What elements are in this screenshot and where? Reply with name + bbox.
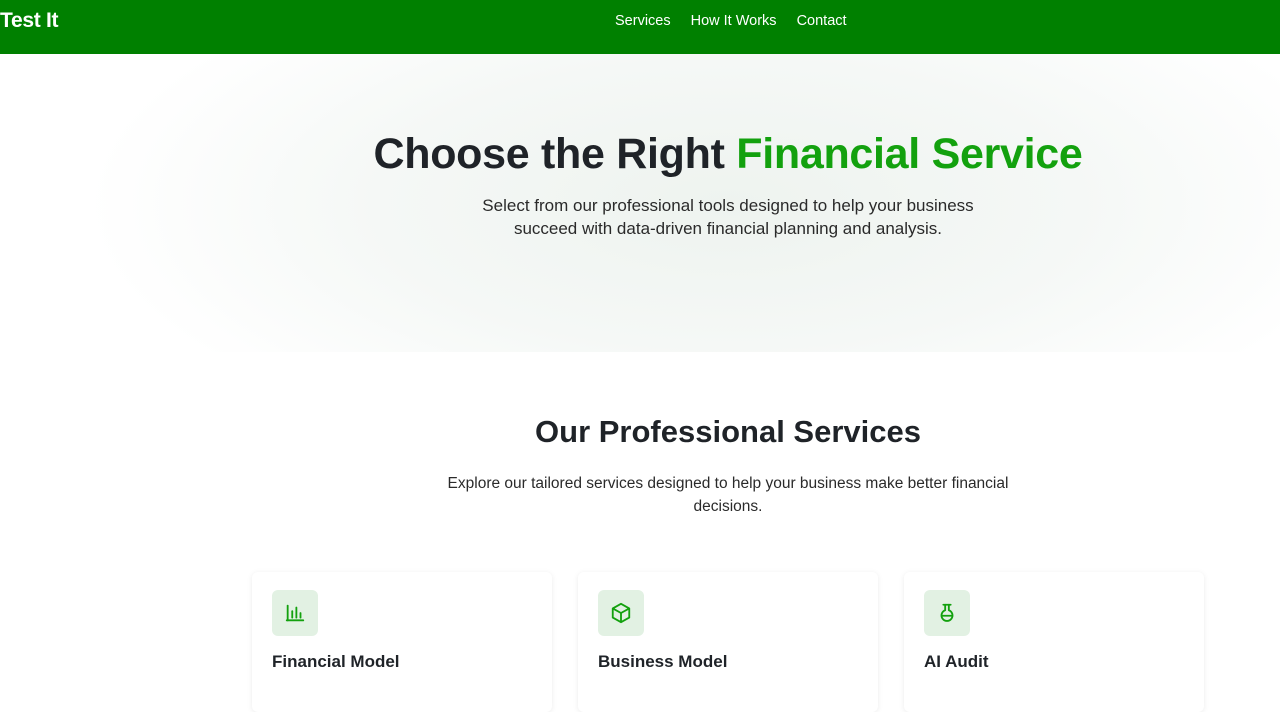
service-card-financial-model[interactable]: Financial Model <box>252 572 552 712</box>
service-card-business-model[interactable]: Business Model <box>578 572 878 712</box>
top-navbar: Test It Services How It Works Contact <box>0 0 1280 54</box>
hero-title: Choose the Right Financial Service <box>0 130 1280 179</box>
service-card-title: Financial Model <box>272 652 400 671</box>
hero-title-accent: Financial Service <box>736 130 1083 178</box>
hero-section: Choose the Right Financial Service Selec… <box>0 54 1280 352</box>
nav-link-how-it-works[interactable]: How It Works <box>691 13 777 29</box>
site-logo[interactable]: Test It <box>0 9 58 33</box>
cube-icon <box>598 590 644 636</box>
hero-subtitle: Select from our professional tools desig… <box>482 196 974 238</box>
nav-link-contact[interactable]: Contact <box>797 13 847 29</box>
service-card-title: AI Audit <box>924 652 989 671</box>
nav-links: Services How It Works Contact <box>615 13 847 29</box>
services-title: Our Professional Services <box>535 414 921 449</box>
bar-chart-icon <box>272 590 318 636</box>
flask-icon <box>924 590 970 636</box>
services-subtitle: Explore our tailored services designed t… <box>447 475 1009 515</box>
nav-link-services[interactable]: Services <box>615 13 671 29</box>
service-card-ai-audit[interactable]: AI Audit <box>904 572 1204 712</box>
service-card-title: Business Model <box>598 652 728 671</box>
hero-title-main: Choose the Right <box>373 130 737 178</box>
